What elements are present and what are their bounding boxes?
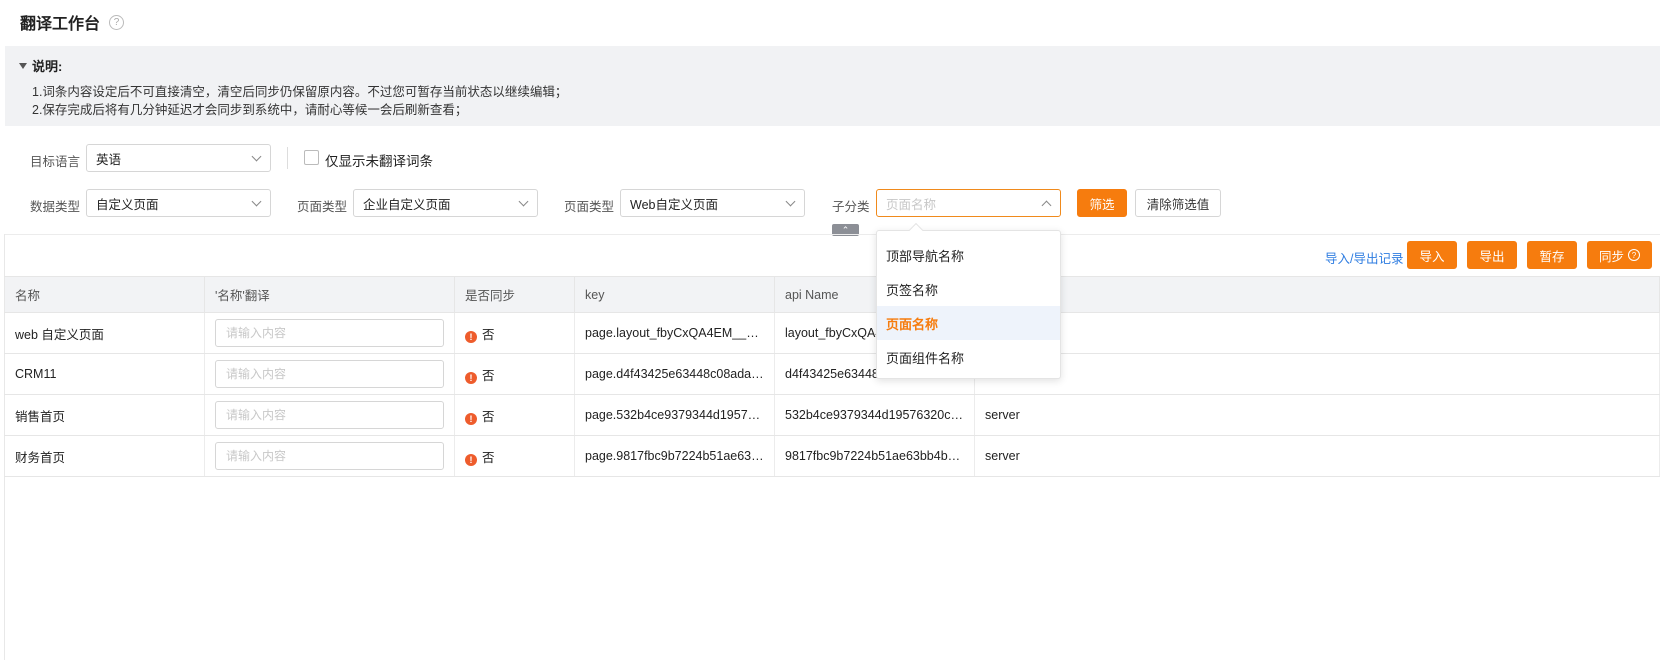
translation-input[interactable] <box>215 401 444 429</box>
data-type-select[interactable]: 自定义页面 <box>86 189 271 217</box>
target-lang-label: 目标语言 <box>30 155 81 169</box>
page-type-value: 企业自定义页面 <box>363 197 451 212</box>
row-synced: 否 <box>482 327 495 342</box>
only-untranslated-checkbox[interactable] <box>304 150 319 165</box>
table-row: CRM11 !否 page.d4f43425e63448c08adab... d… <box>4 353 1660 395</box>
import-button[interactable]: 导入 <box>1407 241 1457 269</box>
only-untranslated-label[interactable]: 仅显示未翻译词条 <box>325 150 433 170</box>
page-type2-select[interactable]: Web自定义页面 <box>620 189 805 217</box>
chevron-down-icon <box>518 196 529 207</box>
filter-button[interactable]: 筛选 <box>1077 189 1127 217</box>
notice-line-1: 1.词条内容设定后不可直接清空，清空后同步仍保留原内容。不过您可暂存当前状态以继… <box>32 85 568 99</box>
column-header-source <box>974 276 1660 313</box>
row-key: page.9817fbc9b7224b51ae63b... <box>574 435 775 477</box>
notice-panel: 说明: 1.词条内容设定后不可直接清空，清空后同步仍保留原内容。不过您可暂存当前… <box>5 46 1660 126</box>
question-icon[interactable]: ? <box>109 14 125 30</box>
subcategory-label: 子分类 <box>832 200 870 214</box>
page-title: 翻译工作台 <box>20 16 101 33</box>
table-row: 财务首页 ! 否 page.9817fbc9b7224b51ae63b... 98… <box>4 435 1660 477</box>
column-header-translation: '名称'翻译 <box>204 276 455 313</box>
row-api-name: 9817fbc9b7224b51ae63bb4b7... <box>774 435 975 477</box>
translation-input[interactable] <box>215 442 444 470</box>
table-row: 销售首页 ! 否 page.532b4ce9379344d19576... 532… <box>4 394 1660 436</box>
section-divider <box>5 234 1660 235</box>
notice-toggle[interactable]: 说明: <box>19 56 1660 75</box>
export-button[interactable]: 导出 <box>1467 241 1517 269</box>
chevron-up-icon <box>1041 200 1052 211</box>
data-type-value: 自定义页面 <box>96 197 159 212</box>
subcategory-select[interactable]: 页面名称 <box>876 189 1061 217</box>
page-type-label: 页面类型 <box>297 200 348 214</box>
page-type2-label: 页面类型 <box>564 200 615 214</box>
chevron-down-icon <box>251 151 262 162</box>
notice-line-2: 2.保存完成后将有几分钟延迟才会同步到系统中，请耐心等候一会后刷新查看； <box>32 103 468 117</box>
row-api-name: 532b4ce9379344d19576320c4... <box>774 394 975 436</box>
dropdown-option-page-name[interactable]: 页面名称 <box>877 306 1060 340</box>
row-source <box>974 312 1660 354</box>
row-source <box>974 353 1660 395</box>
subcategory-placeholder: 页面名称 <box>886 197 937 212</box>
warning-icon: ! <box>465 330 477 343</box>
warning-icon: ! <box>465 453 477 466</box>
caret-down-icon <box>19 62 27 69</box>
dropdown-option-page-component[interactable]: 页面组件名称 <box>877 340 1060 374</box>
translation-input[interactable] <box>215 360 444 388</box>
divider <box>287 147 288 169</box>
row-source: server <box>974 394 1660 436</box>
row-name: web 自定义页面 <box>4 312 205 354</box>
chevron-down-icon <box>785 196 796 207</box>
dropdown-arrow <box>908 222 924 238</box>
row-name: CRM11 <box>4 353 205 395</box>
save-draft-button[interactable]: 暂存 <box>1527 241 1577 269</box>
page-type2-value: Web自定义页面 <box>630 197 718 212</box>
row-name: 财务首页 <box>4 435 205 477</box>
page-header: 翻译工作台 ? <box>0 0 1660 44</box>
column-header-name: 名称 <box>4 276 205 313</box>
column-header-key: key <box>574 276 775 313</box>
notice-title: 说明: <box>32 59 63 74</box>
clear-filter-button[interactable]: 清除筛选值 <box>1135 189 1221 217</box>
subcategory-dropdown: 顶部导航名称 页签名称 页面名称 页面组件名称 <box>876 222 1061 379</box>
row-name: 销售首页 <box>4 394 205 436</box>
target-lang-value: 英语 <box>96 152 122 167</box>
question-icon: ? <box>1628 249 1640 261</box>
row-synced: 否 <box>482 368 495 383</box>
column-header-synced: 是否同步 <box>454 276 575 313</box>
row-synced: 否 <box>482 409 495 424</box>
data-type-label: 数据类型 <box>30 200 81 214</box>
import-export-records-link[interactable]: 导入/导出记录 <box>1325 248 1403 267</box>
row-key: page.532b4ce9379344d19576... <box>574 394 775 436</box>
chevron-down-icon <box>251 196 262 207</box>
warning-icon: ! <box>465 371 477 384</box>
warning-icon: ! <box>465 412 477 425</box>
table-header: 名称 '名称'翻译 是否同步 key api Name <box>4 276 1660 313</box>
translation-table: 名称 '名称'翻译 是否同步 key api Name web 自定义页面 ! 否… <box>4 276 1660 477</box>
target-lang-select[interactable]: 英语 <box>86 144 271 172</box>
row-synced: 否 <box>482 450 495 465</box>
sync-button[interactable]: 同步 ? <box>1587 241 1652 269</box>
sync-label: 同步 <box>1598 249 1624 264</box>
row-source: server <box>974 435 1660 477</box>
dropdown-option-tab[interactable]: 页签名称 <box>877 272 1060 306</box>
row-key: page.layout_fbyCxQA4EM__c.... <box>574 312 775 354</box>
translation-input[interactable] <box>215 319 444 347</box>
page-type-select[interactable]: 企业自定义页面 <box>353 189 538 217</box>
row-key: page.d4f43425e63448c08adab... <box>574 353 775 395</box>
table-row: web 自定义页面 ! 否 page.layout_fbyCxQA4EM__c..… <box>4 312 1660 354</box>
dropdown-option-top-nav[interactable]: 顶部导航名称 <box>877 238 1060 272</box>
